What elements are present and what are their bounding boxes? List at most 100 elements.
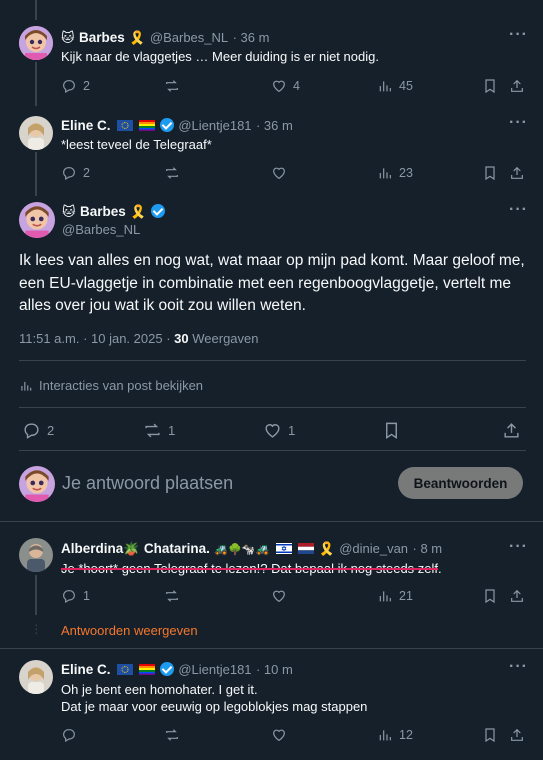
post-time[interactable]: · 36 m <box>233 30 270 45</box>
reply-count: 2 <box>83 166 90 180</box>
views-label: Weergaven <box>192 331 259 346</box>
views-icon <box>379 591 391 602</box>
views-count: 23 <box>399 166 413 180</box>
post-time[interactable]: · 36 m <box>256 118 293 133</box>
author-name[interactable]: Eline C. <box>61 118 111 133</box>
author-name-2[interactable]: Chatarina. <box>144 541 210 556</box>
post-timestamp[interactable]: 11:51 a.m. · 10 jan. 2025 · <box>19 331 171 346</box>
verified-badge-icon <box>159 118 174 132</box>
divider <box>19 407 526 408</box>
share-button[interactable] <box>509 77 525 95</box>
reply-button[interactable]: 2 <box>22 421 54 439</box>
avatar[interactable] <box>19 660 53 694</box>
reply-button[interactable]: 2 <box>61 164 90 182</box>
ribbon-emoji: 🎗️ <box>129 30 146 45</box>
avatar[interactable] <box>19 116 53 150</box>
avatar[interactable] <box>19 202 55 238</box>
views-count: 12 <box>399 728 413 742</box>
like-button[interactable] <box>271 587 287 605</box>
post-time[interactable]: · 10 m <box>256 662 293 677</box>
share-icon <box>504 422 519 438</box>
reply-input[interactable]: Je antwoord plaatsen <box>62 473 233 494</box>
view-interactions-link[interactable]: Interacties van post bekijken <box>19 378 203 393</box>
verified-badge-icon <box>159 662 174 676</box>
bookmark-button[interactable] <box>482 587 498 605</box>
bookmark-icon <box>386 422 397 439</box>
post-time[interactable]: · 8 m <box>413 541 443 556</box>
ribbon-emoji: 🎗️ <box>318 541 335 556</box>
show-replies-link[interactable]: Antwoorden weergeven <box>61 623 198 638</box>
bookmark-button[interactable] <box>482 726 498 744</box>
heart-icon <box>273 590 285 603</box>
like-button[interactable] <box>271 164 287 182</box>
avatar[interactable] <box>19 26 53 60</box>
thread-dots: · · · <box>34 616 39 640</box>
repost-button[interactable] <box>164 164 180 182</box>
bookmark-icon <box>485 589 495 604</box>
bookmark-icon <box>485 79 495 94</box>
views-button[interactable]: 21 <box>377 587 413 605</box>
more-options-icon[interactable]: ··· <box>509 114 528 132</box>
repost-icon <box>166 80 178 92</box>
heart-icon <box>273 729 285 742</box>
like-button[interactable]: 1 <box>263 421 295 439</box>
cat-emoji: 🐱 <box>61 30 75 45</box>
more-options-icon[interactable]: ··· <box>509 26 528 44</box>
share-icon <box>511 79 523 92</box>
more-options-icon[interactable]: ··· <box>509 658 528 676</box>
author-name[interactable]: Barbes <box>80 204 126 219</box>
author-handle[interactable]: @dinie_van <box>339 541 408 556</box>
eu-flag-icon <box>116 120 133 131</box>
like-count: 4 <box>293 79 300 93</box>
author-handle[interactable]: @Barbes_NL <box>62 222 140 237</box>
reply-submit-button[interactable]: Beantwoorden <box>398 467 523 499</box>
author-name[interactable]: Barbes <box>79 30 125 45</box>
views-count: 30 <box>174 331 189 346</box>
thread-line <box>35 575 37 615</box>
share-icon <box>511 166 523 179</box>
more-options-icon[interactable]: ··· <box>509 201 528 219</box>
divider <box>19 360 526 361</box>
repost-button[interactable]: 1 <box>143 421 175 439</box>
author-handle[interactable]: @Barbes_NL <box>150 30 228 45</box>
netherlands-flag-icon <box>298 543 315 554</box>
reply-button[interactable]: 2 <box>61 77 90 95</box>
reply-icon <box>63 167 75 181</box>
repost-icon <box>166 167 178 179</box>
repost-icon <box>145 423 160 437</box>
author-name[interactable]: Alberdina <box>61 541 123 556</box>
post-text-line-2: Dat je maar voor eeuwig op legoblokjes m… <box>61 699 368 714</box>
heart-icon <box>265 423 280 438</box>
divider <box>0 648 543 649</box>
strikethrough-text: Je *hoort* geen Telegraaf te lezen!? Dat… <box>61 561 439 576</box>
thread-line <box>35 62 37 106</box>
share-button[interactable] <box>509 587 525 605</box>
repost-button[interactable] <box>164 726 180 744</box>
bookmark-button[interactable] <box>482 77 498 95</box>
views-icon <box>379 730 391 741</box>
share-button[interactable] <box>509 164 525 182</box>
share-button[interactable] <box>509 726 525 744</box>
reply-button[interactable] <box>61 726 77 744</box>
views-button[interactable]: 12 <box>377 726 413 744</box>
avatar[interactable] <box>19 538 53 572</box>
reply-icon <box>24 422 39 439</box>
repost-icon <box>166 590 178 602</box>
like-button[interactable] <box>271 726 287 744</box>
views-button[interactable]: 23 <box>377 164 413 182</box>
like-button[interactable]: 4 <box>271 77 300 95</box>
repost-button[interactable] <box>164 587 180 605</box>
bookmark-button[interactable] <box>482 164 498 182</box>
repost-button[interactable] <box>164 77 186 95</box>
author-handle[interactable]: @Lientje181 <box>178 662 251 677</box>
bookmark-button[interactable] <box>382 421 401 439</box>
share-button[interactable] <box>502 421 521 439</box>
reply-button[interactable]: 1 <box>61 587 90 605</box>
more-options-icon[interactable]: ··· <box>509 538 528 556</box>
post-text: Kijk naar de vlaggetjes … Meer duiding i… <box>61 49 379 64</box>
views-button[interactable]: 45 <box>377 77 413 95</box>
avatar[interactable] <box>19 466 55 502</box>
author-handle[interactable]: @Lientje181 <box>178 118 251 133</box>
author-name[interactable]: Eline C. <box>61 662 111 677</box>
rainbow-flag-icon <box>139 120 156 131</box>
